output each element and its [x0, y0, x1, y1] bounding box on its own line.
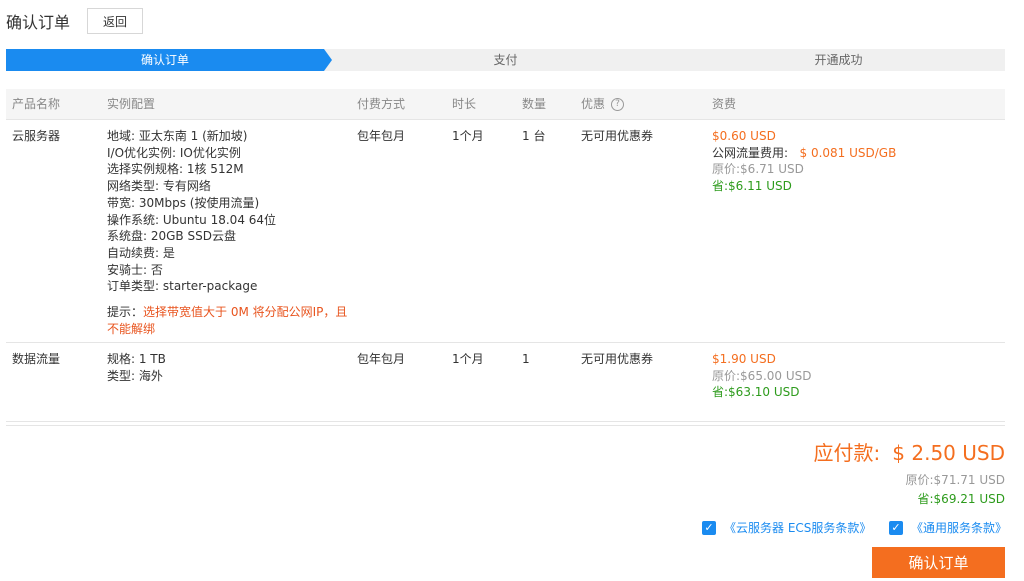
progress-steps: 确认订单 支付 开通成功: [6, 49, 1005, 71]
config-line: 带宽: 30Mbps (按使用流量): [107, 195, 260, 210]
instance-config: 地域: 亚太东南 1 (新加坡) I/O优化实例: IO优化实例 选择实例规格:…: [107, 128, 352, 337]
header-quantity: 数量: [522, 97, 547, 111]
original-price: 原价:$6.71 USD: [712, 162, 804, 177]
price: $1.90 USD: [712, 352, 776, 366]
page-title: 确认订单: [6, 13, 71, 32]
hint-text: 选择带宽值大于 0M 将分配公网IP，且不能解绑: [107, 305, 348, 336]
header-fee: 资费: [712, 97, 737, 111]
table-row: 云服务器 地域: 亚太东南 1 (新加坡) I/O优化实例: IO优化实例 选择…: [6, 120, 1005, 343]
header-discount: 优惠?: [581, 89, 625, 119]
payment-method: 包年包月: [357, 352, 406, 366]
price: $0.60 USD: [712, 129, 776, 143]
general-terms-checkbox[interactable]: ✓: [889, 520, 903, 535]
product-name: 云服务器: [12, 129, 61, 143]
discount: 无可用优惠券: [581, 352, 654, 366]
step-payment: 支付: [493, 53, 518, 67]
duration: 1个月: [452, 129, 484, 143]
agreement-general: ✓ 《通用服务条款》: [889, 519, 1007, 536]
config-line: 系统盘: 20GB SSD云盘: [107, 229, 236, 244]
fee: $1.90 USD 原价:$65.00 USD 省:$63.10 USD: [712, 351, 1002, 401]
order-table: 产品名称 实例配置 付费方式 时长 数量 优惠? 资费 云服务器 地域: 亚太东…: [6, 89, 1005, 426]
discount: 无可用优惠券: [581, 129, 654, 143]
header-duration: 时长: [452, 97, 477, 111]
divider: [6, 421, 1005, 422]
total-value: $ 2.50 USD: [892, 441, 1005, 465]
saved-amount: 省:$63.10 USD: [712, 385, 800, 400]
config-line: 订单类型: starter-package: [107, 279, 258, 294]
config-line: 网络类型: 专有网络: [107, 179, 211, 194]
config-line: 操作系统: Ubuntu 18.04 64位: [107, 212, 277, 227]
general-terms-link[interactable]: 《通用服务条款》: [911, 519, 1007, 536]
total-amount: 应付款: $ 2.50 USD: [814, 437, 1005, 466]
traffic-fee-price: $ 0.081 USD/GB: [799, 145, 897, 160]
table-header: 产品名称 实例配置 付费方式 时长 数量 优惠? 资费: [6, 89, 1005, 120]
product-name: 数据流量: [12, 352, 61, 366]
traffic-fee-label: 公网流量费用:: [712, 145, 789, 160]
info-icon[interactable]: ?: [611, 98, 625, 111]
back-button[interactable]: 返回: [87, 8, 144, 34]
ecs-terms-link[interactable]: 《云服务器 ECS服务条款》: [724, 519, 871, 536]
hint-label: 提示：: [107, 305, 144, 320]
config-line: 安骑士: 否: [107, 262, 163, 277]
saved-amount: 省:$6.11 USD: [712, 179, 792, 194]
total-label: 应付款:: [813, 441, 881, 465]
payment-method: 包年包月: [357, 129, 406, 143]
total-original-price: 原价:$71.71 USD: [905, 473, 1006, 487]
header-payment-method: 付费方式: [357, 97, 406, 111]
quantity: 1: [522, 352, 530, 366]
header-instance-config: 实例配置: [107, 97, 156, 111]
fee: $0.60 USD 公网流量费用: $ 0.081 USD/GB 原价:$6.7…: [712, 128, 1002, 195]
step-confirm-order: 确认订单: [140, 53, 189, 67]
table-row: 数据流量 规格: 1 TB 类型: 海外 包年包月 1个月 1 无可用优惠券 $…: [6, 343, 1005, 426]
bandwidth-hint: 提示：选择带宽值大于 0M 将分配公网IP，且不能解绑: [107, 304, 352, 337]
ecs-terms-checkbox[interactable]: ✓: [702, 520, 716, 535]
config-line: I/O优化实例: IO优化实例: [107, 145, 241, 160]
original-price: 原价:$65.00 USD: [712, 368, 812, 383]
agreement-ecs: ✓ 《云服务器 ECS服务条款》: [702, 519, 871, 536]
quantity: 1 台: [522, 129, 546, 143]
page-header: 确认订单 返回: [6, 7, 144, 35]
confirm-order-button[interactable]: 确认订单: [872, 547, 1005, 578]
traffic-fee: 公网流量费用: $ 0.081 USD/GB: [712, 145, 1002, 162]
config-line: 选择实例规格: 1核 512M: [107, 162, 244, 177]
duration: 1个月: [452, 352, 484, 366]
header-product-name: 产品名称: [12, 97, 61, 111]
config-line: 自动续费: 是: [107, 245, 175, 260]
config-line: 规格: 1 TB: [107, 352, 166, 366]
instance-config: 规格: 1 TB 类型: 海外: [107, 351, 352, 384]
config-line: 地域: 亚太东南 1 (新加坡): [107, 129, 248, 143]
total-saved-amount: 省:$69.21 USD: [917, 492, 1006, 506]
step-activation-success: 开通成功: [814, 53, 863, 67]
config-line: 类型: 海外: [107, 368, 163, 383]
